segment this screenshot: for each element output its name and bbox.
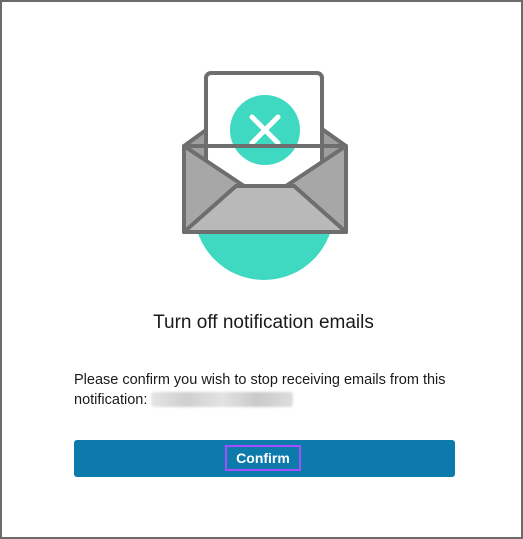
dialog-title: Turn off notification emails xyxy=(153,312,374,333)
redacted-notification-name xyxy=(151,392,294,407)
dialog-frame: Turn off notification emails Please conf… xyxy=(0,0,523,539)
envelope-with-x-icon xyxy=(182,71,348,280)
confirm-button-label: Confirm xyxy=(225,445,301,471)
confirm-button[interactable]: Confirm xyxy=(74,440,455,477)
dialog-message: Please confirm you wish to stop receivin… xyxy=(74,370,464,410)
